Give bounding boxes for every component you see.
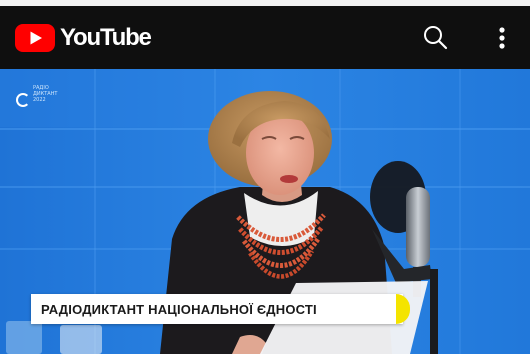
search-icon — [424, 26, 448, 50]
youtube-app: YouTube РАДІО ДИКТАНТ 2022 РАДІОДИКТАНТ … — [0, 6, 530, 354]
youtube-play-logo-icon — [15, 24, 55, 52]
event-logo: РАДІО ДИКТАНТ 2022 — [16, 85, 58, 119]
lower-third-banner: РАДІОДИКТАНТ НАЦІОНАЛЬНОЇ ЄДНОСТІ — [31, 294, 410, 324]
lower-third-title: РАДІОДИКТАНТ НАЦІОНАЛЬНОЇ ЄДНОСТІ — [41, 301, 317, 317]
youtube-wordmark: YouTube — [60, 24, 152, 51]
more-options-button[interactable] — [488, 23, 516, 53]
event-logo-text: РАДІО ДИКТАНТ 2022 — [33, 85, 58, 103]
event-logo-mark-icon — [16, 93, 30, 107]
video-player[interactable]: РАДІО ДИКТАНТ 2022 РАДІОДИКТАНТ НАЦІОНАЛ… — [0, 69, 530, 354]
more-vertical-icon — [499, 27, 505, 49]
youtube-logo[interactable]: YouTube — [15, 23, 152, 53]
top-app-bar: YouTube — [0, 6, 530, 69]
search-button[interactable] — [420, 23, 450, 53]
